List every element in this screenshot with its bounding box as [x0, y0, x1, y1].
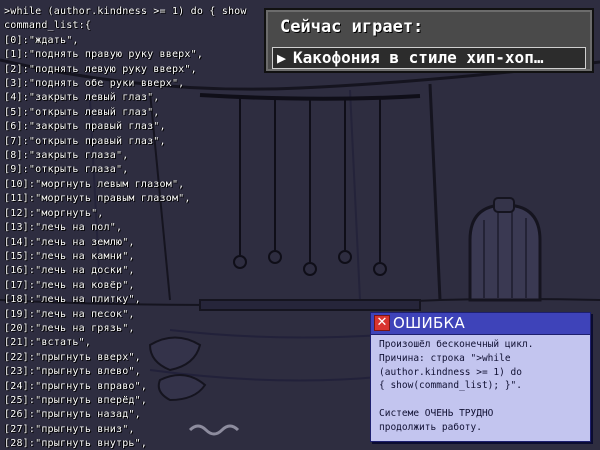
console-line: [12]:"моргнуть",: [4, 207, 104, 219]
console-line: [27]:"прыгнуть вниз",: [4, 423, 135, 435]
console-line: [0]:"ждать",: [4, 34, 79, 46]
error-dialog-header: ✕ ОШИБКА: [371, 313, 590, 335]
console-output: >while (author.kindness >= 1) do { show c…: [4, 5, 304, 450]
console-line: [16]:"лечь на доски",: [4, 265, 135, 277]
console-line: [13]:"лечь на пол",: [4, 222, 123, 234]
console-line: [17]:"лечь на ковёр",: [4, 279, 135, 291]
console-line: [28]:"прыгнуть внутрь",: [4, 438, 148, 450]
console-line: [20]:"лечь на грязь",: [4, 322, 135, 334]
console-line: [25]:"прыгнуть вперёд",: [4, 394, 148, 406]
console-line: [5]:"открыть левый глаз",: [4, 106, 160, 118]
console-line: command_list:{: [4, 20, 92, 32]
console-line: [18]:"лечь на плитку",: [4, 294, 141, 306]
console-line: [7]:"открыть правый глаз",: [4, 135, 166, 147]
console-line: [15]:"лечь на камни",: [4, 250, 135, 262]
console-line: [14]:"лечь на землю",: [4, 236, 135, 248]
console-line: [23]:"прыгнуть влево",: [4, 366, 141, 378]
console-line: [2]:"поднять левую руку вверх",: [4, 63, 197, 75]
console-line: [26]:"прыгнуть назад",: [4, 409, 141, 421]
console-line: [9]:"открыть глаза",: [4, 164, 129, 176]
console-line: [19]:"лечь на песок",: [4, 308, 135, 320]
console-line: [21]:"встать",: [4, 337, 92, 349]
console-line: [22]:"прыгнуть вверх",: [4, 351, 141, 363]
now-playing-track[interactable]: ▶ Какофония в стиле хип-хоп…: [272, 47, 586, 69]
console-line: [4]:"закрыть левый глаз",: [4, 92, 160, 104]
error-dialog: ✕ ОШИБКА Произошёл бесконечный цикл. При…: [370, 312, 591, 442]
console-line: >while (author.kindness >= 1) do { show: [4, 6, 247, 17]
console-line: [10]:"моргнуть левым глазом",: [4, 178, 185, 190]
console-line: [1]:"поднять правую руку вверх",: [4, 49, 204, 61]
error-dialog-message: Произошёл бесконечный цикл. Причина: стр…: [379, 339, 534, 433]
now-playing-title: Сейчас играет:: [280, 17, 424, 37]
console-line: [24]:"прыгнуть вправо",: [4, 380, 148, 392]
close-icon[interactable]: ✕: [374, 315, 390, 331]
now-playing-song: Какофония в стиле хип-хоп…: [293, 48, 544, 67]
play-icon: ▶: [277, 49, 287, 67]
console-line: [3]:"поднять обе руки вверх",: [4, 78, 185, 90]
console-line: [8]:"закрыть глаза",: [4, 150, 129, 162]
now-playing-panel: Сейчас играет: ▶ Какофония в стиле хип-х…: [264, 8, 594, 73]
console-line: [11]:"моргнуть правым глазом",: [4, 193, 191, 205]
console-line: [6]:"закрыть правый глаз",: [4, 121, 166, 133]
error-dialog-title: ОШИБКА: [393, 314, 466, 332]
